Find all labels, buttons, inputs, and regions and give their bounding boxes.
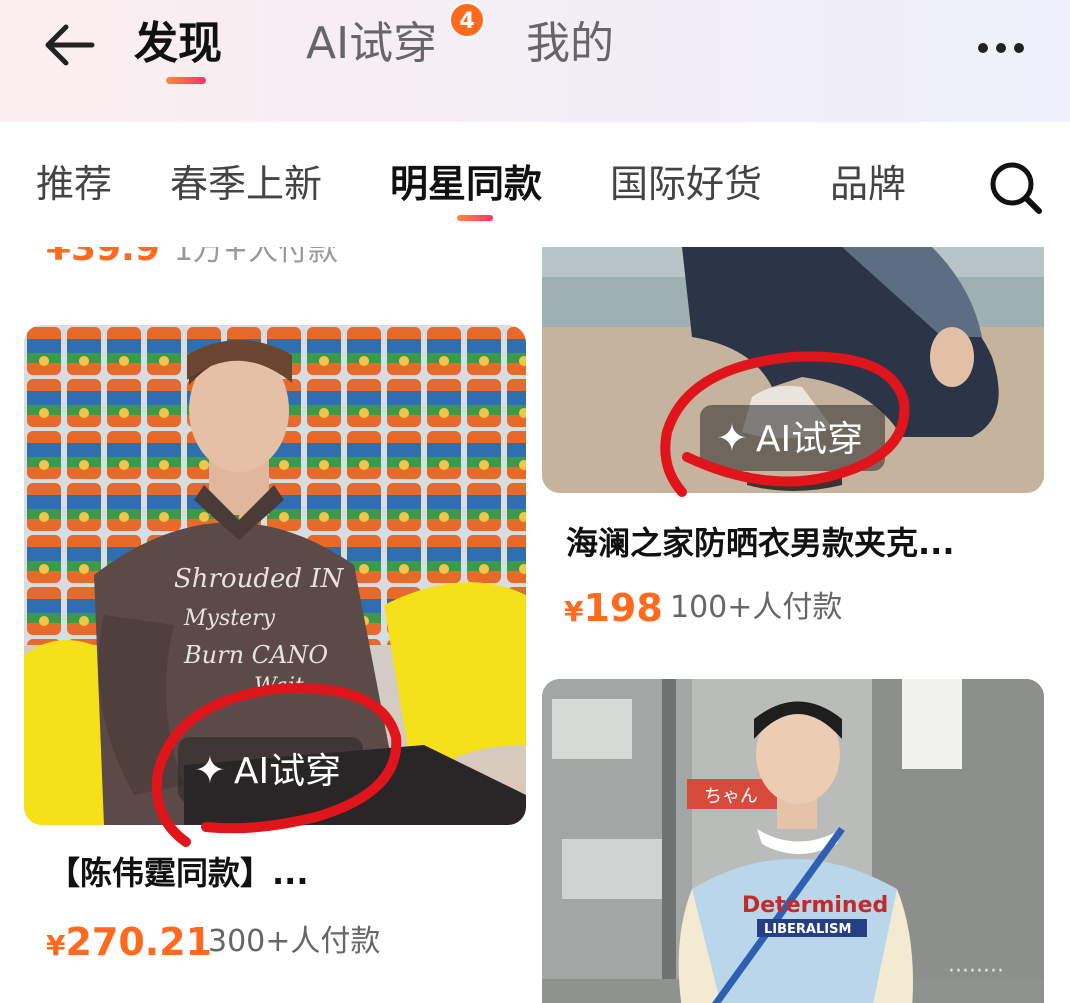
shirt-print-text-2: Mystery	[183, 606, 276, 631]
product-price-2: ¥198	[564, 586, 663, 630]
sweater-print-text-2: LIBERALISM	[764, 922, 851, 937]
cut-off-price: ¥39.9 1万+人付款	[46, 247, 339, 269]
product-image-3[interactable]: ちゃん Determined LIBERALISM	[542, 679, 1044, 1003]
arrow-left-icon[interactable]	[40, 22, 100, 68]
notification-badge: 4	[449, 2, 485, 38]
shirt-print-text-3: Burn CANO	[183, 641, 328, 669]
search-icon[interactable]	[988, 160, 1044, 216]
category-bar: 推荐 春季上新 明星同款 国际好货 品牌	[0, 122, 1070, 247]
product-feed[interactable]: ¥39.9 1万+人付款 Shrouded IN Mystery Burn CA…	[0, 247, 1070, 1003]
product-price-1: ¥270.21	[46, 920, 213, 964]
category-recommend[interactable]: 推荐	[36, 158, 112, 210]
product-sales-2: 100+人付款	[670, 590, 843, 625]
top-nav-bar: 发现 AI试穿 4 我的	[0, 0, 1070, 122]
active-tab-indicator	[166, 77, 206, 84]
category-brand[interactable]: 品牌	[830, 158, 906, 210]
product-title-1[interactable]: 【陈伟霆同款】...	[48, 851, 308, 895]
product-sales-1: 300+人付款	[208, 924, 381, 959]
red-annotation-circle	[660, 351, 910, 497]
shop-sign-text: ちゃん	[704, 786, 758, 807]
category-international[interactable]: 国际好货	[610, 158, 762, 210]
red-annotation-circle	[151, 683, 402, 847]
tab-mine[interactable]: 我的	[526, 14, 614, 74]
more-dots-icon[interactable]	[978, 38, 1032, 53]
sweater-print-text: Determined	[742, 893, 888, 918]
shirt-print-text: Shrouded IN	[174, 564, 345, 594]
tab-discover[interactable]: 发现	[134, 14, 222, 74]
tab-ai-tryon[interactable]: AI试穿	[306, 14, 437, 74]
product-photo-street: ちゃん Determined LIBERALISM	[542, 679, 1044, 1003]
active-category-indicator	[457, 215, 493, 221]
product-title-2[interactable]: 海澜之家防晒衣男款夹克...	[566, 521, 954, 565]
category-celebrity-style[interactable]: 明星同款	[390, 158, 542, 210]
category-spring-new[interactable]: 春季上新	[170, 158, 322, 210]
watermark: ········	[948, 959, 1004, 984]
